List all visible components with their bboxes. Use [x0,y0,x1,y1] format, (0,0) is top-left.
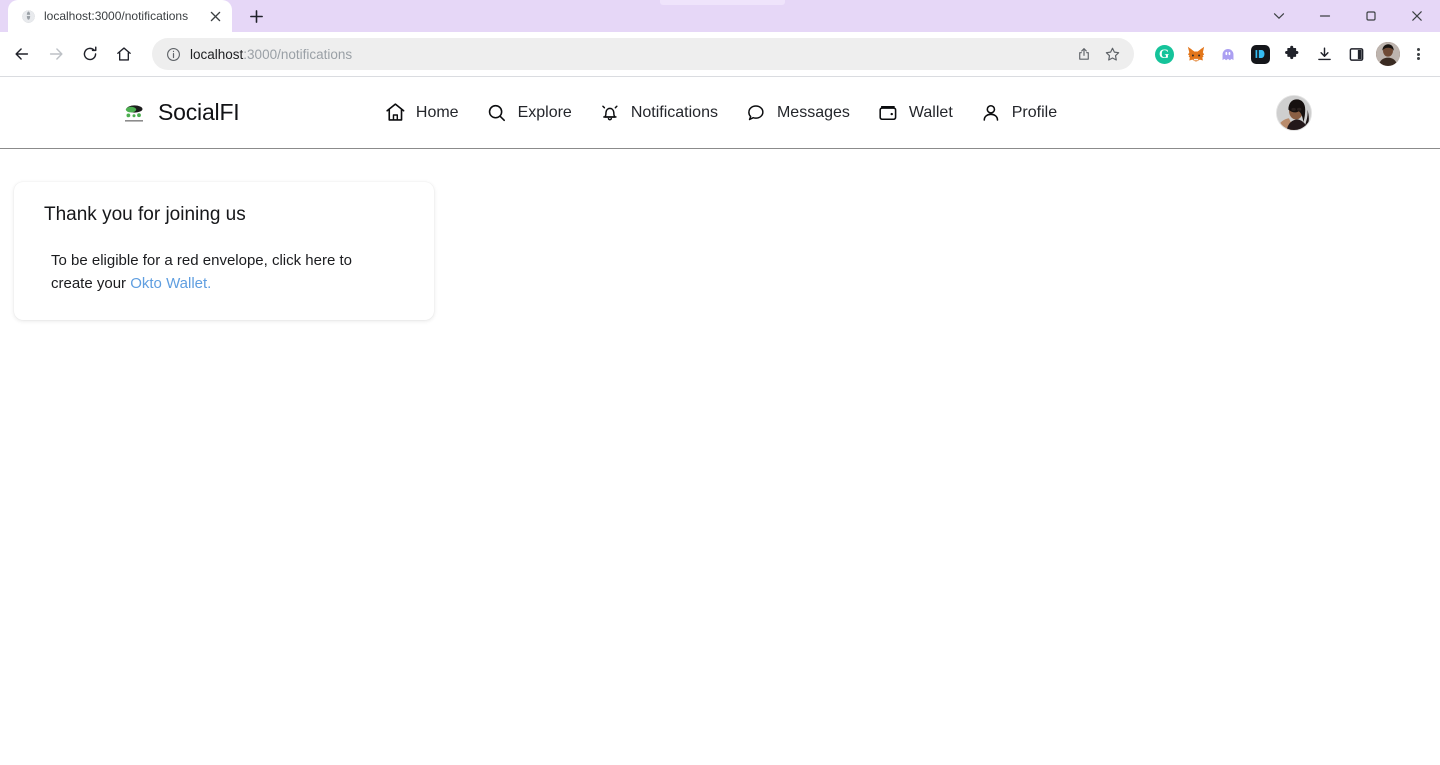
okto-wallet-link[interactable]: Okto Wallet. [130,275,211,292]
bell-ring-icon [598,101,622,125]
extensions-puzzle-icon[interactable] [1278,40,1306,68]
url-path: :3000/notifications [243,46,353,62]
back-arrow-icon[interactable] [6,38,38,70]
browser-toolbar: localhost:3000/notifications G [0,32,1440,76]
browser-titlebar: localhost:3000/notifications [0,0,1440,32]
id-extension[interactable] [1246,40,1274,68]
phantom-ghost-icon [1222,49,1234,61]
card-body: To be eligible for a red envelope, click… [30,250,390,296]
nav-item-wallet[interactable]: Wallet [876,101,953,125]
tab-search-button[interactable] [1256,0,1302,32]
reload-icon[interactable] [74,38,106,70]
minimize-button[interactable] [1302,0,1348,32]
three-dot-menu-icon[interactable] [1404,38,1432,70]
nav-label-notifications: Notifications [630,103,718,121]
close-icon[interactable] [206,7,224,25]
page-viewport: SocialFI Home Explore Notifications Mess… [0,77,1440,765]
new-tab-button[interactable] [242,2,270,30]
tab-strip: localhost:3000/notifications [0,0,270,32]
globe-icon [20,8,36,24]
search-icon [485,101,509,125]
main-navigation: Home Explore Notifications Messages Wall… [383,101,1057,125]
app-header: SocialFI Home Explore Notifications Mess… [0,77,1440,149]
page-content: Thank you for joining us To be eligible … [0,149,1440,320]
address-bar-url: localhost:3000/notifications [190,47,1070,62]
nav-item-explore[interactable]: Explore [485,101,572,125]
nav-label-profile: Profile [1011,103,1058,121]
id-icon [1250,44,1270,64]
nav-label-messages: Messages [776,103,850,121]
socialfi-logo [120,98,148,127]
grammarly-icon: G [1154,44,1174,64]
nav-label-home: Home [415,103,459,121]
nav-item-notifications[interactable]: Notifications [598,101,718,125]
nav-label-explore: Explore [517,103,572,121]
share-icon[interactable] [1070,40,1098,68]
brand[interactable]: SocialFI [120,98,240,127]
maximize-button[interactable] [1348,0,1394,32]
notification-card: Thank you for joining us To be eligible … [14,182,434,320]
url-host: localhost [190,46,244,62]
close-window-button[interactable] [1394,0,1440,32]
window-controls [1256,0,1440,32]
home-icon [383,101,407,125]
titlebar-accent-strip [660,0,785,5]
grammarly-extension[interactable]: G [1150,40,1178,68]
browser-profile-avatar[interactable] [1376,42,1400,66]
brand-name: SocialFI [158,99,240,125]
forward-arrow-icon[interactable] [40,38,72,70]
tab-title: localhost:3000/notifications [44,9,189,23]
user-avatar[interactable] [1276,94,1312,131]
metamask-fox-icon [1187,46,1205,61]
browser-window: localhost:3000/notifications localhost:3… [0,0,1440,765]
star-icon[interactable] [1098,40,1126,68]
extensions-area: G [1144,38,1432,70]
address-bar[interactable]: localhost:3000/notifications [152,38,1134,70]
nav-item-messages[interactable]: Messages [744,101,850,125]
wallet-icon [876,101,900,125]
nav-item-profile[interactable]: Profile [979,101,1057,125]
browser-tab-active[interactable]: localhost:3000/notifications [8,0,232,32]
info-circle-icon[interactable] [164,45,182,63]
nav-item-home[interactable]: Home [383,101,459,125]
nav-label-wallet: Wallet [908,103,953,121]
downloads-icon[interactable] [1310,40,1338,68]
metamask-extension[interactable] [1182,40,1210,68]
chat-bubble-icon [744,101,768,125]
card-title: Thank you for joining us [44,204,246,225]
side-panel-icon[interactable] [1342,40,1370,68]
phantom-extension[interactable] [1214,40,1242,68]
user-icon [979,101,1003,125]
home-icon[interactable] [108,38,140,70]
